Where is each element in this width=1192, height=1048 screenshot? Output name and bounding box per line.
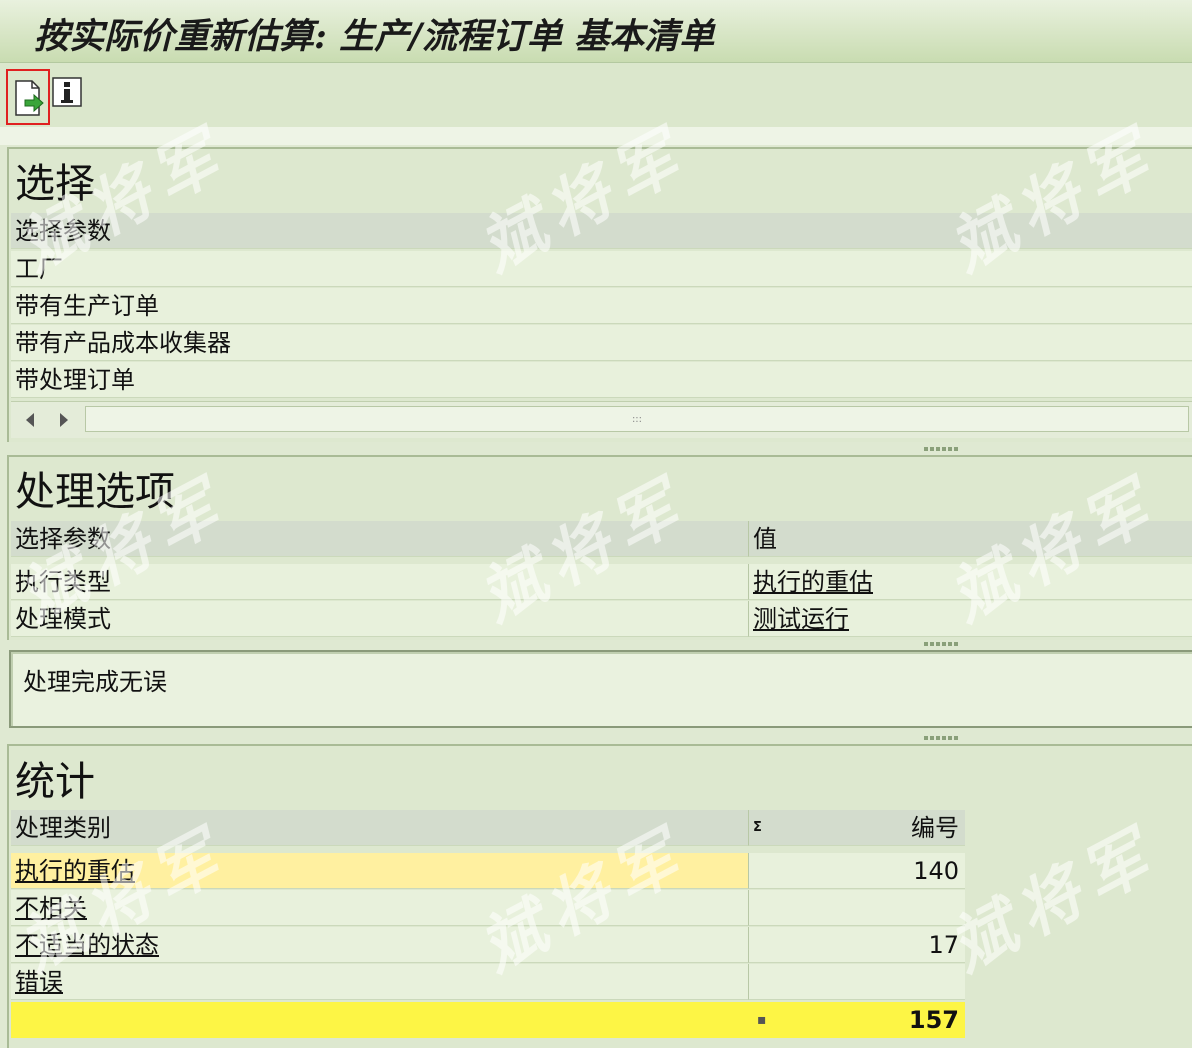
processing-row: 执行类型 执行的重估 xyxy=(11,564,1192,600)
document-forward-icon xyxy=(15,80,44,116)
statistics-category-link[interactable]: 不适当的状态 xyxy=(11,927,749,963)
selection-header: 选择参数 xyxy=(11,213,1192,249)
processing-value-link[interactable]: 执行的重估 xyxy=(749,564,1192,600)
processing-param: 处理模式 xyxy=(11,601,749,637)
processing-value-link[interactable]: 测试运行 xyxy=(749,601,1192,637)
selection-title: 选择 xyxy=(15,161,95,207)
page-title: 按实际价重新估算: 生产/流程订单 基本清单 xyxy=(34,16,715,57)
horizontal-scrollbar[interactable]: ::: xyxy=(11,401,1192,438)
selection-row-plant[interactable]: 工厂 xyxy=(11,251,1192,287)
statistics-number xyxy=(749,890,965,926)
column-header-category: 处理类别 xyxy=(11,810,749,846)
total-marker-icon: ▪ xyxy=(757,1012,767,1028)
statistics-panel: 统计 处理类别 Σ 编号 执行的重估 140 不相关 不适当的状态 17 错误 … xyxy=(7,744,1192,1048)
selection-row-cost-collector[interactable]: 带有产品成本收集器 xyxy=(11,325,1192,361)
processing-panel: 处理选项 选择参数 值 执行类型 执行的重估 处理模式 测试运行 xyxy=(7,455,1192,640)
statistics-header-row: 处理类别 Σ 编号 xyxy=(11,810,965,846)
info-button[interactable] xyxy=(52,77,82,107)
statistics-category-link[interactable]: 错误 xyxy=(11,964,749,1000)
execute-button[interactable] xyxy=(6,69,50,125)
statistics-row: 执行的重估 140 xyxy=(11,853,965,889)
toolbar-separator xyxy=(0,127,1192,145)
splitter-handle[interactable] xyxy=(924,447,960,451)
column-header-value: 值 xyxy=(749,521,1192,557)
statistics-category-link[interactable]: 执行的重估 xyxy=(11,853,749,889)
statistics-number: 140 xyxy=(749,853,965,889)
processing-header-row: 选择参数 值 xyxy=(11,521,1192,557)
title-bar: 按实际价重新估算: 生产/流程订单 基本清单 xyxy=(0,0,1192,63)
processing-param: 执行类型 xyxy=(11,564,749,600)
statistics-row: 错误 xyxy=(11,964,965,1000)
scroll-right-icon[interactable] xyxy=(57,412,71,428)
processing-row: 处理模式 测试运行 xyxy=(11,601,1192,637)
statistics-title: 统计 xyxy=(15,759,95,805)
message-text: 处理完成无误 xyxy=(23,668,167,696)
statistics-row: 不适当的状态 17 xyxy=(11,927,965,963)
selection-panel: 选择 选择参数 工厂 带有生产订单 带有产品成本收集器 带处理订单 ::: xyxy=(7,147,1192,442)
scroll-thumb[interactable]: ::: xyxy=(85,406,1189,432)
scroll-left-icon[interactable] xyxy=(23,412,37,428)
column-header-number[interactable]: Σ 编号 xyxy=(749,810,965,846)
statistics-total-row: ▪ 157 xyxy=(11,1002,965,1038)
application-toolbar xyxy=(0,63,1192,127)
splitter-handle[interactable] xyxy=(924,642,960,646)
processing-title: 处理选项 xyxy=(15,469,175,515)
message-box: 处理完成无误 xyxy=(9,650,1192,728)
selection-row-process-order[interactable]: 带处理订单 xyxy=(11,362,1192,398)
statistics-row: 不相关 xyxy=(11,890,965,926)
statistics-total-number: 157 xyxy=(908,1006,959,1034)
statistics-number: 17 xyxy=(749,927,965,963)
column-header-parameter: 选择参数 xyxy=(11,521,749,557)
statistics-category-link[interactable]: 不相关 xyxy=(11,890,749,926)
sum-icon: Σ xyxy=(753,820,762,835)
statistics-number xyxy=(749,964,965,1000)
splitter-handle[interactable] xyxy=(924,736,960,740)
info-icon xyxy=(52,77,82,107)
selection-row-production-order[interactable]: 带有生产订单 xyxy=(11,288,1192,324)
column-header-number-label: 编号 xyxy=(911,814,959,842)
